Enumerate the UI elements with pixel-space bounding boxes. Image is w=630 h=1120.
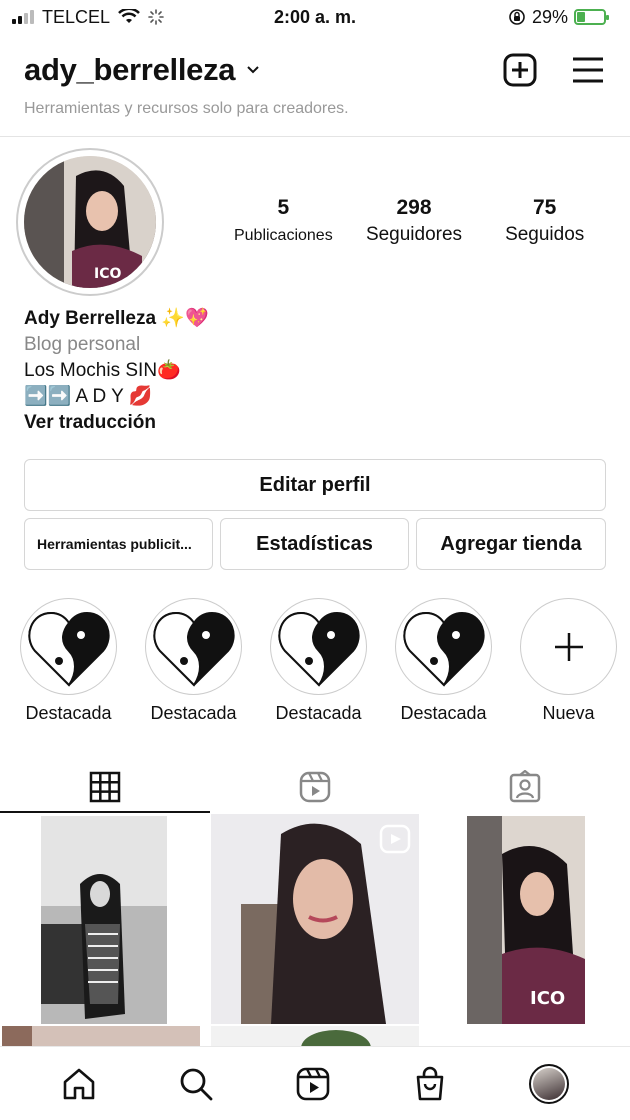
header-actions <box>502 52 606 88</box>
new-highlight-button[interactable]: Nueva <box>520 598 617 724</box>
loading-spinner-icon <box>148 9 164 25</box>
bio-line-tagline: ➡️➡️ A D Y 💋 <box>24 386 153 407</box>
highlight-item[interactable]: Destacada <box>20 598 117 724</box>
nav-avatar-photo <box>533 1067 566 1100</box>
add-shop-button[interactable]: Agregar tienda <box>416 518 606 570</box>
profile-tabs <box>0 760 630 814</box>
svg-text:ICO: ICO <box>94 266 121 282</box>
battery-percent: 29% <box>531 6 568 27</box>
stat-following[interactable]: 75 Seguidos <box>479 196 610 246</box>
edit-profile-button[interactable]: Editar perfil <box>24 459 606 511</box>
svg-text:ICO: ICO <box>530 988 565 1009</box>
post-thumbnail[interactable] <box>0 814 208 1024</box>
menu-icon[interactable] <box>570 52 606 88</box>
chevron-down-icon[interactable] <box>245 62 261 78</box>
reels-icon <box>299 771 331 803</box>
profile-header: ady_berrelleza <box>0 44 630 96</box>
bio-line-location: Los Mochis SIN🍅 <box>24 360 181 381</box>
status-right: 29% <box>508 6 609 28</box>
orientation-lock-icon <box>509 9 525 25</box>
home-icon[interactable] <box>61 1066 97 1102</box>
stat-followers[interactable]: 298 Seguidores <box>349 196 480 246</box>
post-photo <box>211 814 419 1024</box>
tab-reels[interactable] <box>210 760 420 814</box>
posts-label: Publicaciones <box>233 227 333 244</box>
story-highlights: Destacada Destacada Destacada Destacada … <box>20 598 620 724</box>
new-highlight-label: Nueva <box>542 703 595 723</box>
carrier-label: TELCEL <box>42 6 111 27</box>
profile-category: Blog personal <box>24 334 141 355</box>
bottom-navigation <box>0 1046 630 1120</box>
insights-button[interactable]: Estadísticas <box>220 518 409 570</box>
post-thumbnail[interactable]: ICO <box>422 814 630 1024</box>
highlight-label: Destacada <box>25 703 112 723</box>
highlight-cover <box>395 598 492 695</box>
yin-yang-heart-icon <box>278 611 359 687</box>
followers-label: Seguidores <box>365 224 463 245</box>
avatar-photo: ICO <box>24 156 156 288</box>
username-switcher[interactable]: ady_berrelleza <box>24 52 236 88</box>
active-tab-indicator <box>0 811 210 813</box>
profile-bio: Ady Berrelleza ✨💖 Blog personal Los Moch… <box>24 306 606 436</box>
posts-count: 5 <box>277 196 290 219</box>
tagged-icon <box>509 770 541 803</box>
post-photo: ICO <box>422 814 630 1024</box>
profile-tab-avatar[interactable] <box>529 1063 570 1104</box>
post-thumbnail[interactable] <box>211 814 419 1024</box>
highlight-cover <box>20 598 117 695</box>
battery-icon <box>574 9 609 25</box>
see-translation-link[interactable]: Ver traducción <box>24 410 606 436</box>
search-icon[interactable] <box>178 1066 214 1102</box>
posts-grid: ICO <box>0 814 630 1046</box>
signal-icon <box>12 10 34 24</box>
post-thumbnail-partial[interactable] <box>0 1026 208 1046</box>
profile-stats: 5 Publicaciones 298 Seguidores 75 Seguid… <box>218 196 610 246</box>
highlight-item[interactable]: Destacada <box>270 598 367 724</box>
new-post-icon[interactable] <box>502 52 538 88</box>
highlight-label: Destacada <box>400 703 487 723</box>
yin-yang-heart-icon <box>153 611 234 687</box>
profile-avatar[interactable]: ICO <box>16 148 164 296</box>
plus-icon <box>554 632 583 661</box>
tab-tagged[interactable] <box>420 760 630 814</box>
header-divider <box>0 136 630 137</box>
reels-icon[interactable] <box>295 1066 331 1102</box>
post-photo <box>0 814 208 1024</box>
highlight-item[interactable]: Destacada <box>395 598 492 724</box>
creator-tools-banner[interactable]: Herramientas y recursos solo para creado… <box>24 100 606 122</box>
followers-count: 298 <box>396 196 432 219</box>
new-highlight-ring <box>520 598 617 695</box>
wifi-icon <box>118 9 140 23</box>
yin-yang-heart-icon <box>403 611 484 687</box>
following-count: 75 <box>533 196 557 219</box>
highlight-label: Destacada <box>150 703 237 723</box>
highlight-label: Destacada <box>275 703 362 723</box>
stat-posts[interactable]: 5 Publicaciones <box>218 196 349 246</box>
shop-icon[interactable] <box>412 1066 448 1102</box>
grid-icon <box>89 771 121 803</box>
highlight-cover <box>270 598 367 695</box>
status-left: TELCEL <box>12 7 164 28</box>
post-thumbnail-partial[interactable] <box>211 1026 419 1046</box>
tab-posts-grid[interactable] <box>0 760 210 814</box>
yin-yang-heart-icon <box>28 611 109 687</box>
status-bar: TELCEL 2:00 a. m. 29% <box>0 0 630 34</box>
ad-tools-button[interactable]: Herramientas publicit... <box>24 518 213 570</box>
display-name: Ady Berrelleza ✨💖 <box>24 308 209 329</box>
following-label: Seguidos <box>505 224 585 245</box>
highlight-cover <box>145 598 242 695</box>
highlight-item[interactable]: Destacada <box>145 598 242 724</box>
